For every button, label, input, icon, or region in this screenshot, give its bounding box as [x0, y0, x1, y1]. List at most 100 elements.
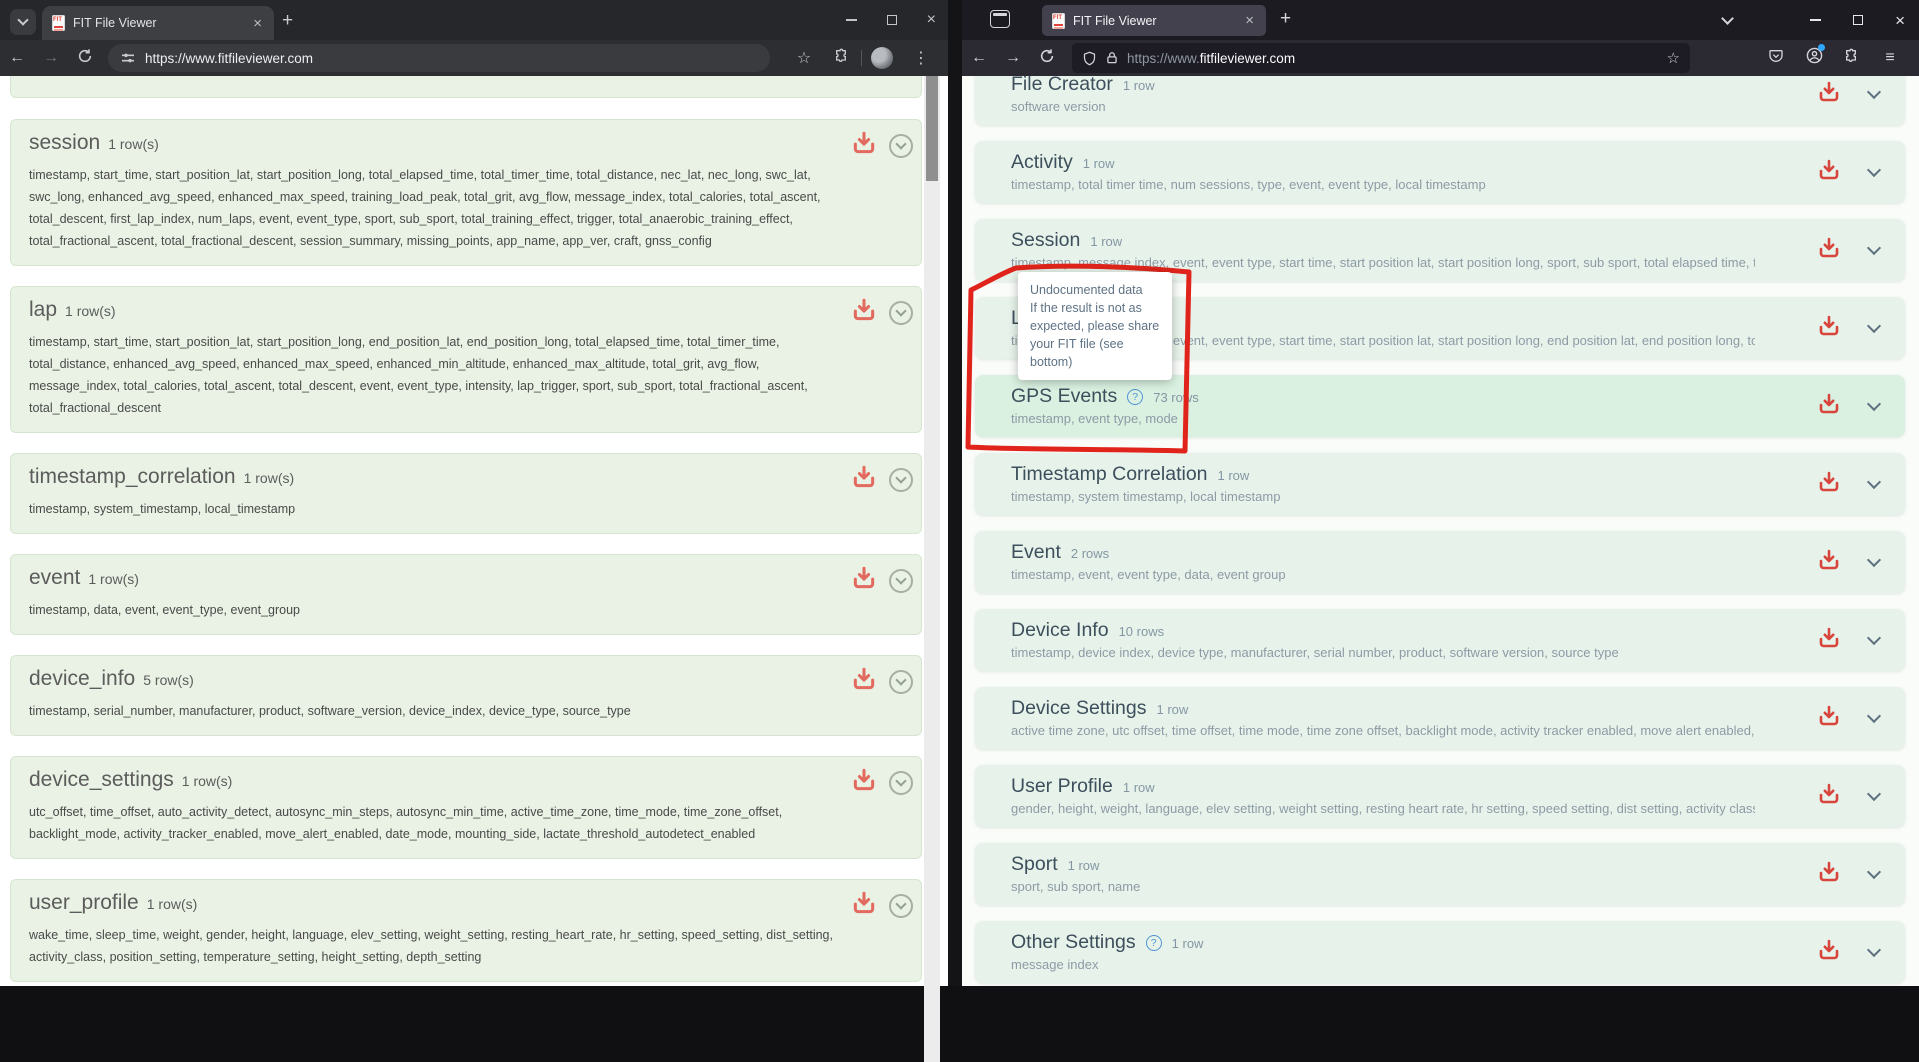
fit-section-card[interactable]: File Creator ? 1 row software version [975, 76, 1905, 125]
section-row-count: 1 row(s) [182, 773, 233, 789]
new-tab-button[interactable]: + [282, 11, 293, 30]
download-icon[interactable] [851, 297, 877, 328]
bookmark-star-icon[interactable]: ☆ [1667, 49, 1680, 67]
forward-button[interactable]: → [996, 49, 1030, 67]
expand-chevron-icon[interactable] [889, 771, 913, 795]
expand-chevron-icon[interactable] [1867, 475, 1881, 489]
download-icon[interactable] [1817, 470, 1841, 499]
scrollbar-thumb[interactable] [926, 76, 938, 181]
expand-chevron-icon[interactable] [889, 301, 913, 325]
fit-section-card[interactable]: Device Settings ? 1 row active time zone… [975, 687, 1905, 749]
extensions-puzzle-icon[interactable] [1833, 48, 1871, 69]
expand-chevron-icon[interactable] [889, 670, 913, 694]
account-icon[interactable] [1795, 47, 1833, 69]
url-domain: fitfileviewer.com [1200, 51, 1295, 66]
pocket-icon[interactable] [1757, 48, 1795, 69]
address-bar[interactable]: https://www.fitfileviewer.com ☆ [1072, 43, 1690, 73]
minimize-button[interactable] [846, 19, 857, 21]
chrome-scrollbar[interactable] [924, 76, 940, 1062]
help-icon[interactable]: ? [1127, 389, 1143, 405]
fit-section-card[interactable]: device_settings1 row(s) utc_offset, time… [10, 756, 922, 859]
list-all-tabs-icon[interactable] [1721, 12, 1734, 25]
section-fields: active time zone, utc offset, time offse… [1011, 723, 1755, 738]
extensions-puzzle-icon[interactable] [823, 48, 861, 69]
address-bar[interactable]: https://www.fitfileviewer.com [108, 44, 770, 72]
fit-section-card[interactable]: lap1 row(s) timestamp, start_time, start… [10, 286, 922, 433]
maximize-button[interactable] [887, 15, 897, 25]
download-icon[interactable] [851, 130, 877, 161]
shield-icon[interactable] [1082, 51, 1097, 66]
help-icon[interactable]: ? [1146, 935, 1162, 951]
fit-section-card[interactable]: GPS Events ? 73 rows timestamp, event ty… [975, 375, 1905, 437]
expand-chevron-icon[interactable] [1867, 85, 1881, 99]
tab-search-button[interactable] [10, 9, 36, 35]
expand-chevron-icon[interactable] [1867, 709, 1881, 723]
fit-section-card[interactable]: user_profile1 row(s) wake_time, sleep_ti… [10, 879, 922, 982]
download-icon[interactable] [1817, 860, 1841, 889]
fit-section-card[interactable]: Activity ? 1 row timestamp, total timer … [975, 141, 1905, 203]
tab-close-icon[interactable]: × [251, 16, 264, 31]
reload-button[interactable] [68, 48, 102, 69]
firefox-view-icon[interactable] [990, 10, 1010, 28]
expand-chevron-icon[interactable] [1867, 163, 1881, 177]
download-icon[interactable] [1817, 392, 1841, 421]
section-row-count: 1 row [1123, 780, 1155, 795]
download-icon[interactable] [851, 767, 877, 798]
maximize-button[interactable] [1853, 15, 1863, 25]
tab-close-icon[interactable]: × [1243, 13, 1256, 28]
new-tab-button[interactable]: + [1280, 9, 1291, 28]
download-icon[interactable] [1817, 236, 1841, 265]
back-button[interactable]: ← [962, 49, 996, 67]
reload-button[interactable] [1030, 48, 1064, 69]
firefox-menu-icon[interactable]: ≡ [1871, 49, 1909, 67]
download-icon[interactable] [1817, 548, 1841, 577]
chrome-active-tab[interactable]: FIT File Viewer × [42, 6, 274, 40]
expand-chevron-icon[interactable] [889, 134, 913, 158]
expand-chevron-icon[interactable] [889, 894, 913, 918]
fit-section-card[interactable]: Device Info ? 10 rows timestamp, device … [975, 609, 1905, 671]
back-button[interactable]: ← [0, 49, 34, 67]
expand-chevron-icon[interactable] [889, 569, 913, 593]
download-icon[interactable] [1817, 80, 1841, 109]
close-button[interactable]: × [1895, 12, 1905, 29]
download-icon[interactable] [851, 464, 877, 495]
fit-section-card[interactable]: session1 row(s) timestamp, start_time, s… [10, 119, 922, 266]
fit-section-card[interactable]: Timestamp Correlation ? 1 row timestamp,… [975, 453, 1905, 515]
fit-section-card[interactable]: timestamp_correlation1 row(s) timestamp,… [10, 453, 922, 534]
fit-section-card[interactable]: Event ? 2 rows timestamp, event, event t… [975, 531, 1905, 593]
download-icon[interactable] [1817, 704, 1841, 733]
download-icon[interactable] [1817, 626, 1841, 655]
download-icon[interactable] [1817, 158, 1841, 187]
forward-button[interactable]: → [34, 49, 68, 67]
fit-section-card[interactable]: device_info5 row(s) timestamp, serial_nu… [10, 655, 922, 736]
profile-avatar[interactable] [871, 47, 893, 69]
download-icon[interactable] [851, 666, 877, 697]
expand-chevron-icon[interactable] [889, 468, 913, 492]
chrome-menu-icon[interactable]: ⋮ [902, 48, 940, 68]
expand-chevron-icon[interactable] [1867, 787, 1881, 801]
download-icon[interactable] [851, 565, 877, 596]
tab-title: FIT File Viewer [73, 16, 251, 30]
minimize-button[interactable] [1810, 19, 1821, 21]
lock-icon[interactable] [1105, 51, 1119, 65]
fit-section-card[interactable]: User Profile ? 1 row gender, height, wei… [975, 765, 1905, 827]
bookmark-star-icon[interactable]: ☆ [785, 48, 823, 68]
expand-chevron-icon[interactable] [1867, 241, 1881, 255]
fit-section-card[interactable]: Sport ? 1 row sport, sub sport, name [975, 843, 1905, 905]
download-icon[interactable] [1817, 314, 1841, 343]
firefox-active-tab[interactable]: FIT File Viewer × [1042, 5, 1266, 36]
expand-chevron-icon[interactable] [1867, 553, 1881, 567]
expand-chevron-icon[interactable] [1867, 943, 1881, 957]
expand-chevron-icon[interactable] [1867, 397, 1881, 411]
download-icon[interactable] [851, 890, 877, 921]
close-button[interactable]: × [927, 12, 936, 28]
section-fields: gender, height, weight, language, elev s… [1011, 801, 1755, 816]
site-settings-icon[interactable] [120, 50, 136, 66]
expand-chevron-icon[interactable] [1867, 631, 1881, 645]
download-icon[interactable] [1817, 938, 1841, 967]
expand-chevron-icon[interactable] [1867, 319, 1881, 333]
download-icon[interactable] [1817, 782, 1841, 811]
expand-chevron-icon[interactable] [1867, 865, 1881, 879]
fit-section-card[interactable]: event1 row(s) timestamp, data, event, ev… [10, 554, 922, 635]
fit-section-card[interactable]: Other Settings ? 1 row message index [975, 921, 1905, 983]
